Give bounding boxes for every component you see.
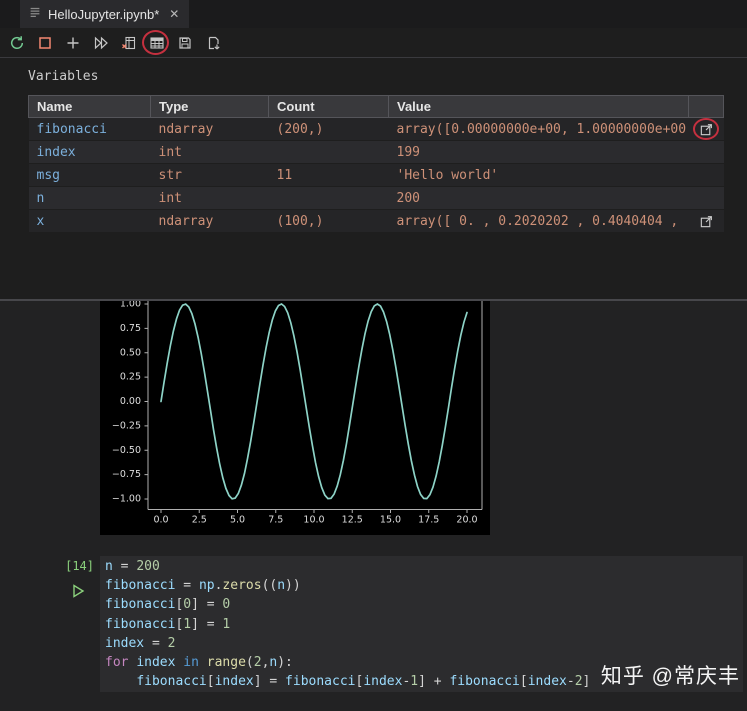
run-all-icon bbox=[93, 35, 109, 51]
variable-name: index bbox=[29, 141, 151, 164]
y-tick-label: 1.00 bbox=[120, 301, 141, 310]
toolbar-interrupt-button[interactable] bbox=[36, 34, 54, 52]
variable-count bbox=[269, 141, 389, 164]
execution-count: [14] bbox=[56, 559, 94, 573]
insert-cell-icon bbox=[65, 35, 81, 51]
toolbar-clear-outputs-button[interactable] bbox=[120, 34, 138, 52]
y-tick-label: 0.50 bbox=[120, 347, 141, 358]
open-in-data-viewer-icon bbox=[699, 214, 714, 229]
toolbar-export-button[interactable] bbox=[204, 34, 222, 52]
y-tick-label: −1.00 bbox=[112, 494, 141, 505]
variable-name: fibonacci bbox=[29, 118, 151, 141]
variable-count: (200,) bbox=[269, 118, 389, 141]
variable-name: x bbox=[29, 210, 151, 233]
column-header-count: Count bbox=[269, 96, 389, 118]
x-tick-label: 20.0 bbox=[456, 515, 477, 526]
save-icon bbox=[177, 35, 193, 51]
output-plot-image: 1.00 0.75 0.50 0.25 0.00 −0.25 −0.50 −0.75 −1.00… bbox=[100, 301, 490, 535]
variable-type: int bbox=[151, 141, 269, 164]
x-tick-label: 0.0 bbox=[153, 515, 168, 526]
variable-name: n bbox=[29, 187, 151, 210]
code-line: fibonacci[1] = 1 bbox=[105, 615, 735, 634]
variable-row-msg[interactable]: msgstr11'Hello world' bbox=[29, 164, 724, 187]
clear-outputs-icon bbox=[121, 35, 137, 51]
variable-value: array([ 0. , 0.2020202 , 0.4040404 , bbox=[389, 210, 689, 233]
variables-icon bbox=[149, 35, 165, 51]
notebook-icon bbox=[28, 5, 42, 24]
variable-count bbox=[269, 187, 389, 210]
variable-type: str bbox=[151, 164, 269, 187]
variables-table: Name Type Count Value fibonaccindarray(2… bbox=[28, 95, 724, 233]
open-cell bbox=[689, 210, 724, 233]
variable-value: array([0.00000000e+00, 1.00000000e+00 bbox=[389, 118, 689, 141]
interrupt-icon bbox=[37, 35, 53, 51]
column-header-value: Value bbox=[389, 96, 689, 118]
variable-value: 'Hello world' bbox=[389, 164, 689, 187]
variable-type: ndarray bbox=[151, 210, 269, 233]
column-header-open bbox=[689, 96, 724, 118]
toolbar-save-button[interactable] bbox=[176, 34, 194, 52]
notebook-toolbar bbox=[0, 28, 747, 58]
variable-row-x[interactable]: xndarray(100,)array([ 0. , 0.2020202 , 0… bbox=[29, 210, 724, 233]
toolbar-run-all-button[interactable] bbox=[92, 34, 110, 52]
variable-row-n[interactable]: nint 200 bbox=[29, 187, 724, 210]
variable-type: ndarray bbox=[151, 118, 269, 141]
export-icon bbox=[205, 35, 221, 51]
open-in-data-viewer-icon bbox=[699, 122, 714, 137]
x-tick-label: 2.5 bbox=[192, 515, 207, 526]
variable-count: (100,) bbox=[269, 210, 389, 233]
open-in-data-viewer-button[interactable] bbox=[699, 122, 714, 137]
x-tick-label: 17.5 bbox=[418, 515, 439, 526]
open-cell bbox=[689, 118, 724, 141]
x-tick-label: 15.0 bbox=[380, 515, 401, 526]
column-header-type: Type bbox=[151, 96, 269, 118]
variable-row-fibonacci[interactable]: fibonaccindarray(200,)array([0.00000000e… bbox=[29, 118, 724, 141]
variable-name: msg bbox=[29, 164, 151, 187]
watermark: 知乎 @常庆丰 bbox=[601, 660, 740, 690]
y-tick-label: −0.75 bbox=[112, 469, 141, 480]
code-line: index = 2 bbox=[105, 634, 735, 653]
variable-value: 199 bbox=[389, 141, 689, 164]
x-tick-label: 12.5 bbox=[342, 515, 363, 526]
x-tick-label: 10.0 bbox=[303, 515, 324, 526]
column-header-name: Name bbox=[29, 96, 151, 118]
x-tick-label: 7.5 bbox=[268, 515, 283, 526]
y-tick-label: −0.25 bbox=[112, 420, 141, 431]
y-tick-label: 0.25 bbox=[120, 372, 141, 383]
code-line: fibonacci = np.zeros((n)) bbox=[105, 576, 735, 595]
open-cell bbox=[689, 187, 724, 210]
y-tick-label: −0.50 bbox=[112, 445, 141, 456]
y-tick-label: 0.75 bbox=[120, 323, 141, 334]
open-cell bbox=[689, 141, 724, 164]
x-tick-label: 5.0 bbox=[230, 515, 245, 526]
tab-hellojupyter[interactable]: HelloJupyter.ipynb* ✕ bbox=[20, 0, 189, 28]
y-tick-label: 0.00 bbox=[120, 396, 141, 407]
close-icon[interactable]: ✕ bbox=[169, 7, 179, 21]
open-cell bbox=[689, 164, 724, 187]
variables-panel-title: Variables bbox=[28, 69, 98, 84]
restart-icon bbox=[9, 35, 25, 51]
plot-background bbox=[100, 301, 490, 535]
code-line: n = 200 bbox=[105, 557, 735, 576]
open-in-data-viewer-button[interactable] bbox=[699, 214, 714, 229]
tab-strip: HelloJupyter.ipynb* ✕ bbox=[0, 0, 747, 28]
run-cell-button[interactable] bbox=[70, 583, 86, 599]
toolbar-insert-cell-button[interactable] bbox=[64, 34, 82, 52]
variables-table-header: Name Type Count Value bbox=[29, 96, 724, 118]
tab-title: HelloJupyter.ipynb* bbox=[48, 7, 159, 22]
variable-row-index[interactable]: indexint 199 bbox=[29, 141, 724, 164]
variable-type: int bbox=[151, 187, 269, 210]
variable-count: 11 bbox=[269, 164, 389, 187]
toolbar-variables-button[interactable] bbox=[148, 34, 166, 52]
code-line: fibonacci[0] = 0 bbox=[105, 595, 735, 614]
toolbar-restart-button[interactable] bbox=[8, 34, 26, 52]
variable-value: 200 bbox=[389, 187, 689, 210]
